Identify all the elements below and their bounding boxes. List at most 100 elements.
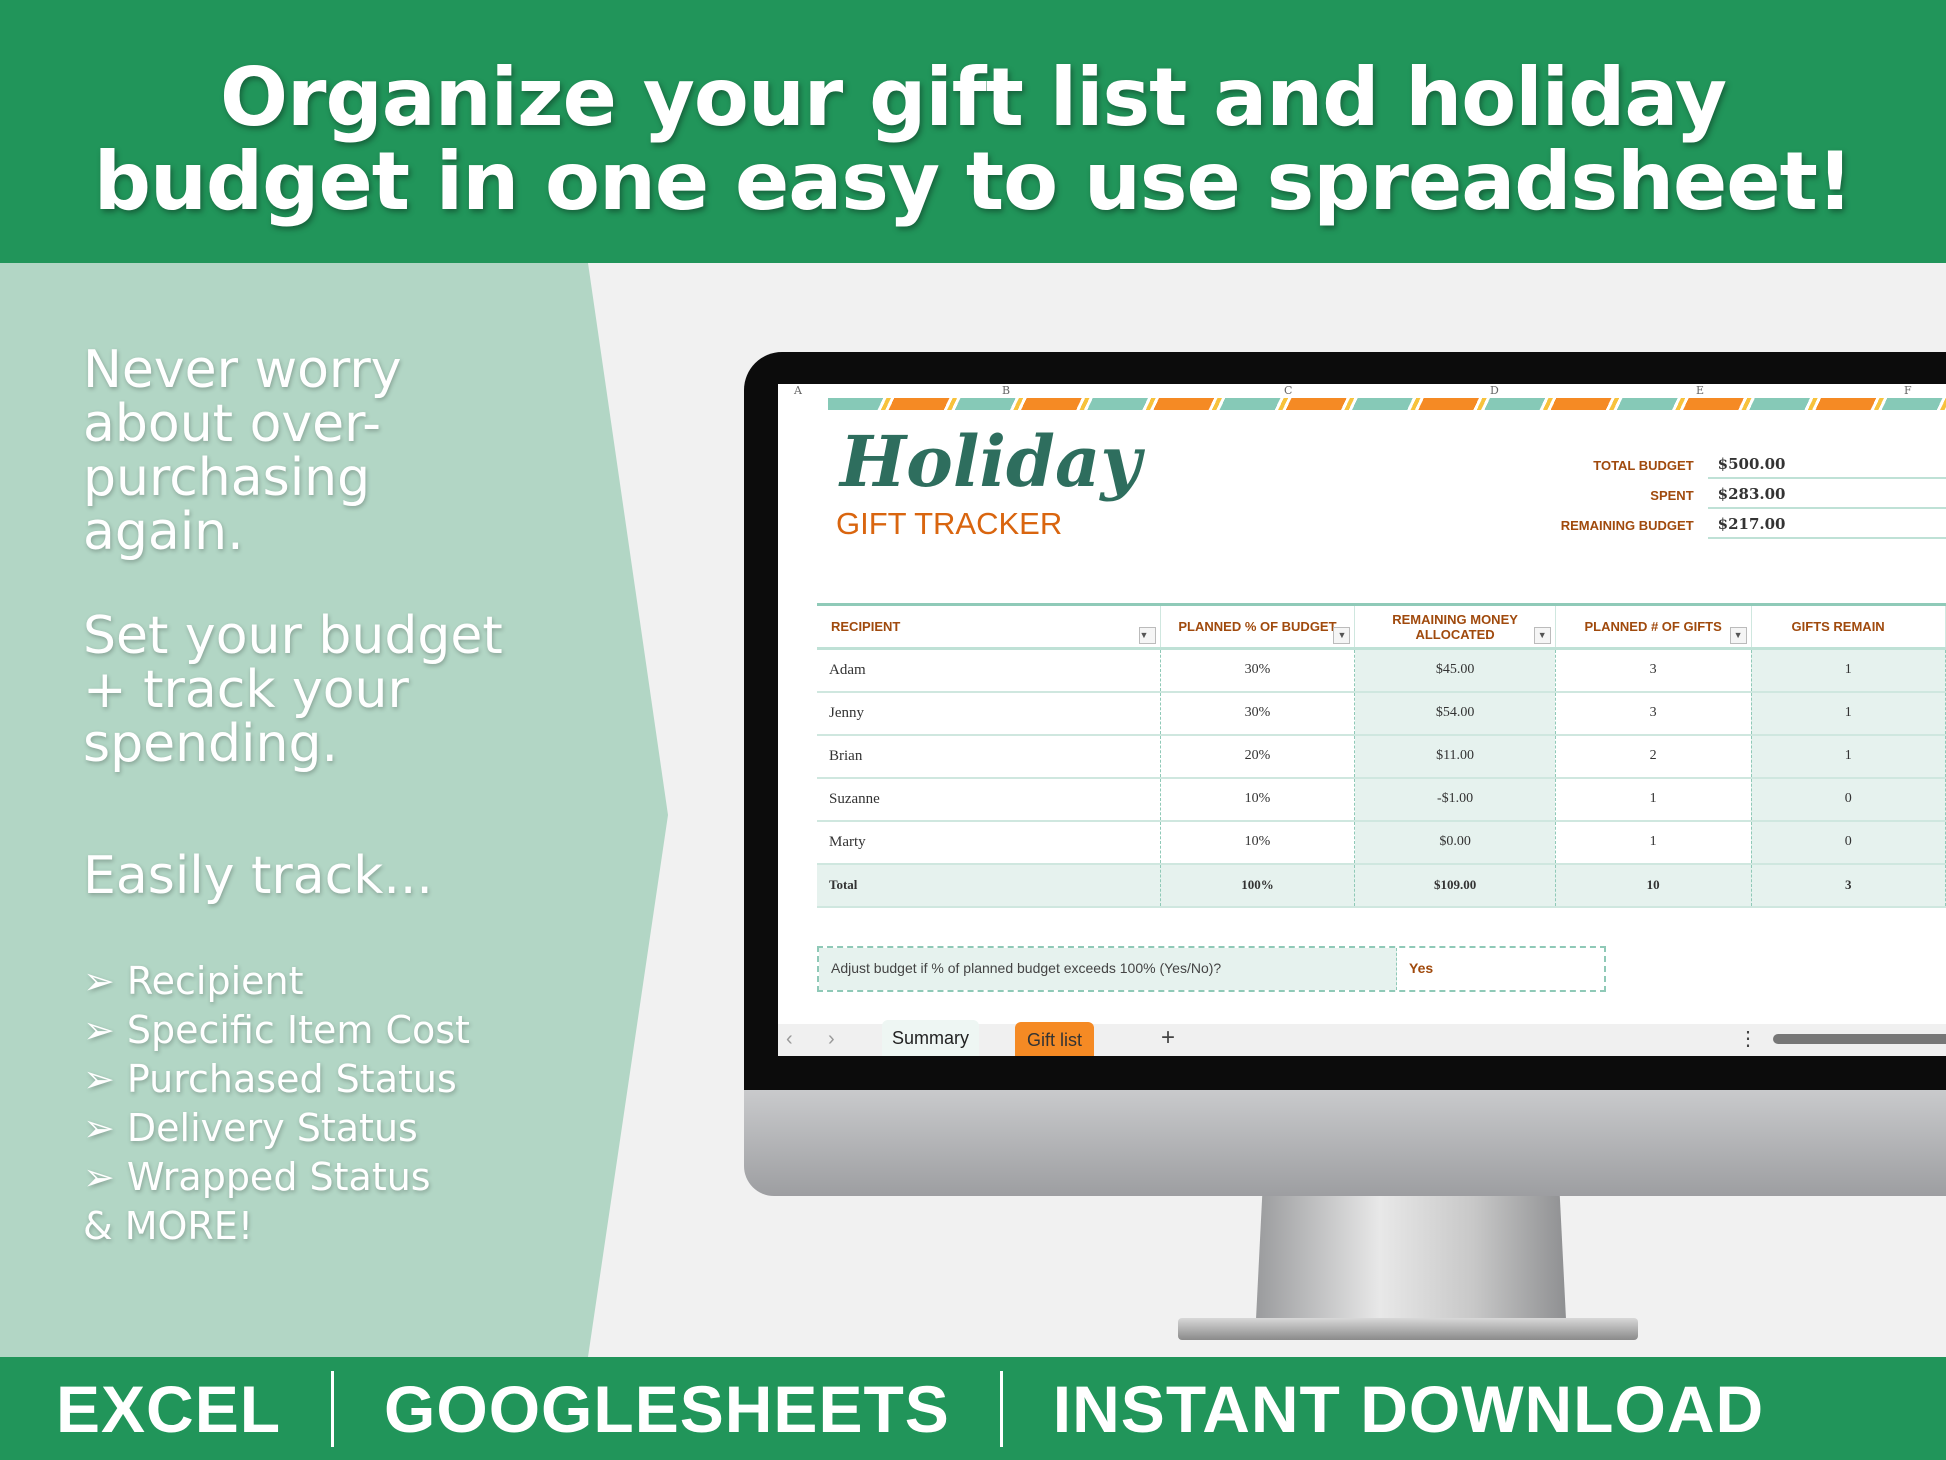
- table-row: Suzanne 10% -$1.00 1 0: [817, 777, 1946, 822]
- headline-line-2: budget in one easy to use spreadsheet!: [93, 135, 1854, 228]
- column-header[interactable]: A: [794, 384, 802, 397]
- left-panel: Never worry about over-purchasing again. S…: [0, 263, 680, 1357]
- header-planned-gifts: PLANNED # OF GIFTS ▼: [1555, 603, 1752, 650]
- table-cell[interactable]: 30%: [1160, 648, 1356, 693]
- header-planned-percent: PLANNED % OF BUDGET ▼: [1160, 603, 1356, 650]
- decorative-stripe: [828, 398, 1946, 410]
- feature-paragraph-1: Never worry about over-purchasing again.: [83, 343, 402, 559]
- divider: [999, 1370, 1003, 1447]
- column-header[interactable]: B: [1002, 384, 1010, 397]
- list-item-more: & MORE!: [83, 1204, 254, 1248]
- table-cell[interactable]: 1: [1555, 777, 1752, 822]
- table-cell[interactable]: 1: [1751, 734, 1946, 779]
- header-recipient: RECIPIENT ▼: [817, 603, 1161, 650]
- table-cell[interactable]: 0: [1751, 777, 1946, 822]
- tab-prev-arrow-icon[interactable]: ‹: [786, 1028, 793, 1051]
- table-cell[interactable]: 1: [1751, 691, 1946, 736]
- monitor-base: [1178, 1318, 1638, 1340]
- text-line: Set your budget: [83, 606, 503, 666]
- table-total-row: Total 100% $109.00 10 3: [817, 863, 1946, 908]
- table-cell[interactable]: 3: [1555, 691, 1752, 736]
- divider: [331, 1370, 335, 1447]
- table-cell[interactable]: Brian: [817, 734, 1161, 779]
- list-item: ➢ Delivery Status: [83, 1106, 418, 1150]
- column-header[interactable]: E: [1696, 384, 1704, 397]
- adjust-budget-setting: Adjust budget if % of planned budget exc…: [817, 946, 1606, 992]
- monitor-chin: [744, 1090, 1946, 1196]
- table-cell[interactable]: 30%: [1160, 691, 1356, 736]
- feature-paragraph-2: Set your budget + track your spending.: [83, 609, 503, 771]
- table-cell[interactable]: $54.00: [1354, 691, 1556, 736]
- summary-label: TOTAL BUDGET: [1593, 457, 1694, 473]
- summary-row: REMAINING BUDGET $217.00: [1378, 510, 1946, 540]
- table-cell[interactable]: 1: [1555, 820, 1752, 865]
- header-label: REMAINING MONEY ALLOCATED: [1392, 611, 1518, 642]
- footer-instant-download: INSTANT DOWNLOAD: [1052, 1371, 1765, 1446]
- summary-value[interactable]: $217.00: [1707, 511, 1946, 539]
- text-line: purchasing: [83, 448, 371, 508]
- sheet-title: Holiday: [840, 420, 1141, 503]
- headline-banner: Organize your gift list and holiday budg…: [0, 0, 1946, 263]
- table-cell[interactable]: Adam: [817, 648, 1161, 693]
- table-cell[interactable]: $0.00: [1354, 820, 1556, 865]
- text-line: about over-: [83, 394, 381, 454]
- filter-dropdown-icon[interactable]: ▼: [1729, 627, 1747, 644]
- header-label: RECIPIENT: [831, 619, 901, 634]
- table-cell[interactable]: 2: [1555, 734, 1752, 779]
- table-cell[interactable]: 10%: [1160, 777, 1356, 822]
- table-cell[interactable]: $45.00: [1354, 648, 1556, 693]
- filter-dropdown-icon[interactable]: ▼: [1138, 627, 1156, 644]
- summary-value[interactable]: $500.00: [1707, 451, 1946, 479]
- column-header[interactable]: F: [1904, 384, 1912, 397]
- tab-next-arrow-icon[interactable]: ›: [828, 1028, 835, 1051]
- total-cell: 10: [1555, 863, 1752, 908]
- total-label: Total: [817, 863, 1161, 908]
- horizontal-scrollbar[interactable]: [1773, 1034, 1946, 1044]
- table-cell[interactable]: -$1.00: [1354, 777, 1556, 822]
- text-line: + track your: [83, 660, 409, 720]
- text-line: again.: [83, 502, 244, 562]
- column-header[interactable]: C: [1284, 384, 1292, 397]
- table-row: Marty 10% $0.00 1 0: [817, 820, 1946, 865]
- summary-value[interactable]: $283.00: [1707, 481, 1946, 509]
- table-row: Brian 20% $11.00 2 1: [817, 734, 1946, 779]
- add-sheet-icon[interactable]: +: [1161, 1024, 1175, 1052]
- text-line: spending.: [83, 714, 338, 774]
- summary-row: TOTAL BUDGET $500.00: [1378, 450, 1946, 480]
- monitor-stand: [1256, 1196, 1566, 1320]
- header-label: GIFTS REMAIN: [1791, 619, 1885, 634]
- table-cell[interactable]: Jenny: [817, 691, 1161, 736]
- table-cell[interactable]: 3: [1555, 648, 1752, 693]
- column-header[interactable]: D: [1490, 384, 1499, 397]
- filter-dropdown-icon[interactable]: ▼: [1533, 627, 1551, 644]
- table-cell[interactable]: 20%: [1160, 734, 1356, 779]
- feature-list: ➢ Recipient ➢ Specific Item Cost ➢ Purchas…: [83, 957, 470, 1251]
- filter-dropdown-icon[interactable]: ▼: [1333, 627, 1351, 644]
- sheet-subtitle: GIFT TRACKER: [836, 506, 1063, 541]
- table-header-row: RECIPIENT ▼ PLANNED % OF BUDGET ▼ REMAININ…: [817, 603, 1946, 650]
- table-cell[interactable]: $11.00: [1354, 734, 1556, 779]
- more-options-icon[interactable]: ⋮: [1738, 1026, 1758, 1051]
- header-label: PLANNED # OF GIFTS: [1584, 619, 1722, 634]
- feature-paragraph-3: Easily track...: [83, 846, 433, 906]
- table-cell[interactable]: 10%: [1160, 820, 1356, 865]
- tab-summary[interactable]: Summary: [882, 1020, 980, 1056]
- header-label: PLANNED % OF BUDGET: [1178, 619, 1337, 634]
- adjust-budget-label: Adjust budget if % of planned budget exc…: [819, 948, 1397, 990]
- list-item: ➢ Wrapped Status: [83, 1155, 431, 1199]
- footer-banner: EXCEL GOOGLESHEETS INSTANT DOWNLOAD: [0, 1357, 1946, 1460]
- table-cell[interactable]: 1: [1751, 648, 1946, 693]
- table-row: Adam 30% $45.00 3 1: [817, 648, 1946, 693]
- adjust-budget-value[interactable]: Yes: [1397, 948, 1445, 990]
- table-cell[interactable]: Suzanne: [817, 777, 1161, 822]
- sheet-tab-bar: ‹ › Summary Gift list + ⋮: [778, 1020, 1946, 1056]
- summary-label: SPENT: [1650, 487, 1694, 503]
- summary-label: REMAINING BUDGET: [1560, 517, 1694, 533]
- table-cell[interactable]: Marty: [817, 820, 1161, 865]
- tab-gift-list[interactable]: Gift list: [1015, 1022, 1095, 1056]
- gift-budget-table: RECIPIENT ▼ PLANNED % OF BUDGET ▼ REMAININ…: [817, 603, 1946, 908]
- table-cell[interactable]: 0: [1751, 820, 1946, 865]
- footer-googlesheets: GOOGLESHEETS: [384, 1371, 950, 1446]
- list-item: ➢ Specific Item Cost: [83, 1008, 470, 1052]
- total-cell: 100%: [1160, 863, 1356, 908]
